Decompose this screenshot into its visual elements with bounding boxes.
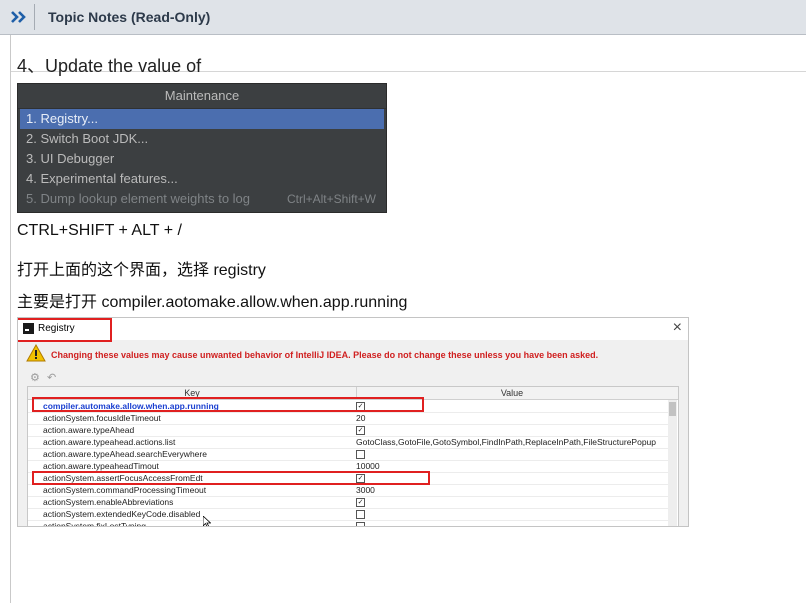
row-key: actionSystem.fixLostTyping bbox=[43, 521, 146, 527]
row-checkbox[interactable] bbox=[356, 522, 365, 526]
menu-item-registry[interactable]: 1. Registry... bbox=[20, 109, 384, 129]
heading-row: 4、Update the value of bbox=[11, 41, 806, 76]
row-key: action.aware.typeaheadTimout bbox=[43, 461, 159, 471]
menu-item-experimental-features[interactable]: 4. Experimental features... bbox=[18, 169, 386, 189]
menu-item-dump-lookup-weights[interactable]: 5. Dump lookup element weights to log Ctr… bbox=[18, 189, 386, 209]
double-chevron-right-icon bbox=[11, 11, 26, 23]
note-content: 4、Update the value of Maintenance 1. Reg… bbox=[11, 35, 806, 603]
revert-icon[interactable]: ↶ bbox=[47, 371, 56, 384]
restore-defaults-icon[interactable]: ⚙ bbox=[30, 371, 40, 384]
row-checkbox[interactable] bbox=[356, 510, 365, 519]
row-key: actionSystem.extendedKeyCode.disabled bbox=[43, 509, 201, 519]
registry-dialog: Registry × Changing these values may cau… bbox=[17, 317, 689, 527]
close-icon[interactable]: × bbox=[673, 319, 682, 337]
expand-button[interactable] bbox=[4, 4, 35, 30]
table-row[interactable]: actionSystem.fixLostTyping bbox=[28, 520, 668, 527]
warning-icon bbox=[26, 344, 46, 362]
row-key: action.aware.typeAhead bbox=[43, 425, 135, 435]
shortcut-text: CTRL+SHIFT + ALT + / bbox=[17, 222, 182, 239]
row-checkbox[interactable] bbox=[356, 450, 365, 459]
maintenance-title: Maintenance bbox=[18, 84, 386, 109]
menu-item-ui-debugger[interactable]: 3. UI Debugger bbox=[18, 149, 386, 169]
topbar: Topic Notes (Read-Only) bbox=[0, 0, 806, 35]
maintenance-popup: Maintenance 1. Registry... 2. Switch Boo… bbox=[17, 83, 387, 213]
highlight-box-automake bbox=[32, 397, 424, 412]
row-value[interactable]: 3000 bbox=[356, 485, 375, 495]
row-value[interactable]: 10000 bbox=[356, 461, 380, 471]
setting-text: 主要是打开 compiler.aotomake.allow.when.app.r… bbox=[17, 294, 408, 311]
row-key: actionSystem.enableAbbreviations bbox=[43, 497, 174, 507]
row-key: actionSystem.commandProcessingTimeout bbox=[43, 485, 207, 495]
highlight-box-title bbox=[18, 318, 112, 342]
registry-titlebar: Registry × bbox=[18, 318, 688, 340]
menu-item-switch-boot-jdk[interactable]: 2. Switch Boot JDK... bbox=[18, 129, 386, 149]
row-value[interactable]: 20 bbox=[356, 413, 365, 423]
highlight-box-assert-focus bbox=[32, 471, 430, 485]
warning-message: Changing these values may cause unwanted… bbox=[51, 350, 599, 360]
mouse-cursor-icon bbox=[203, 516, 211, 526]
row-checkbox[interactable]: ✓ bbox=[356, 498, 365, 507]
row-key: action.aware.typeAhead.searchEverywhere bbox=[43, 449, 207, 459]
panel-title: Topic Notes (Read-Only) bbox=[48, 9, 211, 25]
vertical-scrollbar[interactable] bbox=[668, 400, 677, 526]
row-checkbox[interactable]: ✓ bbox=[356, 426, 365, 435]
menu-item-shortcut: Ctrl+Alt+Shift+W bbox=[286, 192, 376, 206]
step-heading: 4、Update the value of bbox=[17, 56, 202, 76]
scrollbar-thumb[interactable] bbox=[669, 402, 676, 416]
instruction-text: 打开上面的这个界面，选择 registry bbox=[17, 262, 266, 279]
row-key: action.aware.typeahead.actions.list bbox=[43, 437, 176, 447]
row-value[interactable]: GotoClass,GotoFile,GotoSymbol,FindInPath… bbox=[356, 437, 656, 447]
row-key: actionSystem.focusIdleTimeout bbox=[43, 413, 161, 423]
